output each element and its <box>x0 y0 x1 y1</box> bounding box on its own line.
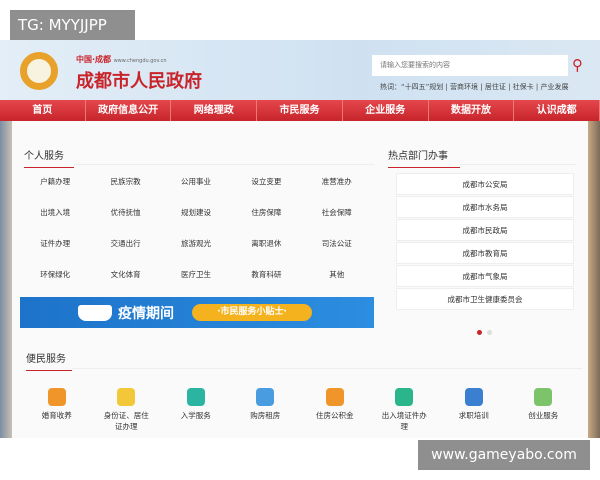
service-item[interactable]: 准营准办 <box>302 176 372 186</box>
personal-service-grid: 户籍办理 民族宗教 公用事业 设立变更 准营准办 出境入境 优待抚恤 规划建设 … <box>20 176 372 279</box>
epidemic-tips-banner[interactable]: 疫情期间 ·市民服务小贴士· <box>20 297 374 328</box>
service-item[interactable]: 环保绿化 <box>20 269 90 279</box>
search-icon[interactable]: ⚲ <box>572 56 588 74</box>
convenience-item-label: 住房公积金 <box>316 411 354 420</box>
convenience-item-label: 创业服务 <box>528 411 559 420</box>
service-item[interactable]: 交通出行 <box>90 238 160 248</box>
divider <box>460 164 576 165</box>
dept-item[interactable]: 成都市公安局 <box>396 173 574 195</box>
tie-icon <box>464 388 483 406</box>
dept-item[interactable]: 成都市气象局 <box>396 265 574 287</box>
building-icon <box>256 388 275 406</box>
dept-item[interactable]: 成都市水务局 <box>396 196 574 218</box>
carousel-dot[interactable] <box>487 330 492 335</box>
nav-open-data[interactable]: 数据开放 <box>429 100 515 121</box>
nav-citizen-service[interactable]: 市民服务 <box>257 100 343 121</box>
header: 中国·成都 www.chengdu.gov.cn 成都市人民政府 ⚲ 热词：“十… <box>0 40 600 100</box>
convenience-item[interactable]: 出入境证件办理 <box>370 388 440 432</box>
convenience-item[interactable]: 住房公积金 <box>300 388 370 432</box>
service-item[interactable]: 证件办理 <box>20 238 90 248</box>
convenience-item[interactable]: 购房租房 <box>231 388 301 432</box>
watermark-url: www.gameyabo.com <box>418 440 590 470</box>
service-item[interactable]: 民族宗教 <box>90 176 160 186</box>
nav-about-chengdu[interactable]: 认识成都 <box>514 100 600 121</box>
service-item[interactable]: 其他 <box>302 269 372 279</box>
convenience-item[interactable]: 婚育收养 <box>22 388 92 432</box>
service-item[interactable]: 文化体育 <box>90 269 160 279</box>
convenience-item-label: 婚育收养 <box>41 411 72 420</box>
service-item[interactable]: 医疗卫生 <box>161 269 231 279</box>
convenience-item-label: 购房租房 <box>250 411 281 420</box>
convenience-item[interactable]: 入学服务 <box>161 388 231 432</box>
service-item[interactable]: 离职退休 <box>231 238 301 248</box>
baby-icon <box>47 388 66 406</box>
convenience-item-label: 求职培训 <box>458 411 489 420</box>
service-item[interactable]: 户籍办理 <box>20 176 90 186</box>
nav-gov-info[interactable]: 政府信息公开 <box>86 100 172 121</box>
convenience-item-label: 出入境证件办理 <box>381 411 427 431</box>
personal-service-title: 个人服务 <box>24 147 74 168</box>
convenience-item[interactable]: 身份证、居住证办理 <box>92 388 162 432</box>
carousel-dots <box>477 320 497 339</box>
convenience-item[interactable]: 求职培训 <box>439 388 509 432</box>
site-subtitle: 中国·成都 www.chengdu.gov.cn <box>76 55 167 64</box>
convenience-item-label: 身份证、居住证办理 <box>103 411 149 431</box>
city-logo-icon[interactable] <box>20 52 58 90</box>
site-title[interactable]: 成都市人民政府 <box>76 67 202 93</box>
service-item[interactable]: 社会保障 <box>302 207 372 217</box>
service-item[interactable]: 旅游观光 <box>161 238 231 248</box>
banner-subtitle: ·市民服务小贴士· <box>192 304 312 321</box>
service-item[interactable]: 优待抚恤 <box>90 207 160 217</box>
nav-online-gov[interactable]: 网络理政 <box>171 100 258 121</box>
hot-dept-title: 热点部门办事 <box>388 147 460 168</box>
nav-home[interactable]: 首页 <box>0 100 86 121</box>
hot-words[interactable]: 热词：“十四五”规划 | 营商环境 | 居住证 | 社保卡 | 产业发展 <box>380 82 569 92</box>
convenience-service-title: 便民服务 <box>26 350 72 371</box>
service-item[interactable]: 规划建设 <box>161 207 231 217</box>
nav-enterprise-service[interactable]: 企业服务 <box>343 100 429 121</box>
banner-title: 疫情期间 <box>118 306 174 322</box>
dept-item[interactable]: 成都市民政局 <box>396 219 574 241</box>
divider <box>72 368 582 369</box>
divider <box>74 164 374 165</box>
hot-dept-list: 成都市公安局 成都市水务局 成都市民政局 成都市教育局 成都市气象局 成都市卫生… <box>396 173 574 311</box>
convenience-item[interactable]: 创业服务 <box>509 388 579 432</box>
house-yuan-icon <box>325 388 344 406</box>
main-nav: 首页 政府信息公开 网络理政 市民服务 企业服务 数据开放 认识成都 <box>0 100 600 121</box>
watermark-label: TG: MYYJJPP <box>10 10 135 40</box>
service-item[interactable]: 出境入境 <box>20 207 90 217</box>
dept-item[interactable]: 成都市卫生健康委员会 <box>396 288 574 310</box>
service-item[interactable]: 住房保障 <box>231 207 301 217</box>
dept-item[interactable]: 成都市教育局 <box>396 242 574 264</box>
id-card-icon <box>117 388 136 406</box>
convenience-item-label: 入学服务 <box>180 411 211 420</box>
convenience-service-list: 婚育收养 身份证、居住证办理 入学服务 购房租房 住房公积金 出入境证件办理 求职培训 创业服… <box>22 388 578 432</box>
person-icon <box>534 388 553 406</box>
service-item[interactable]: 教育科研 <box>231 269 301 279</box>
search-input[interactable] <box>372 55 568 76</box>
carousel-dot-active[interactable] <box>477 330 482 335</box>
service-item[interactable]: 司法公证 <box>302 238 372 248</box>
service-item[interactable]: 设立变更 <box>231 176 301 186</box>
book-icon <box>78 305 112 321</box>
service-item[interactable]: 公用事业 <box>161 176 231 186</box>
graduation-cap-icon <box>186 388 205 406</box>
globe-plane-icon <box>395 388 414 406</box>
